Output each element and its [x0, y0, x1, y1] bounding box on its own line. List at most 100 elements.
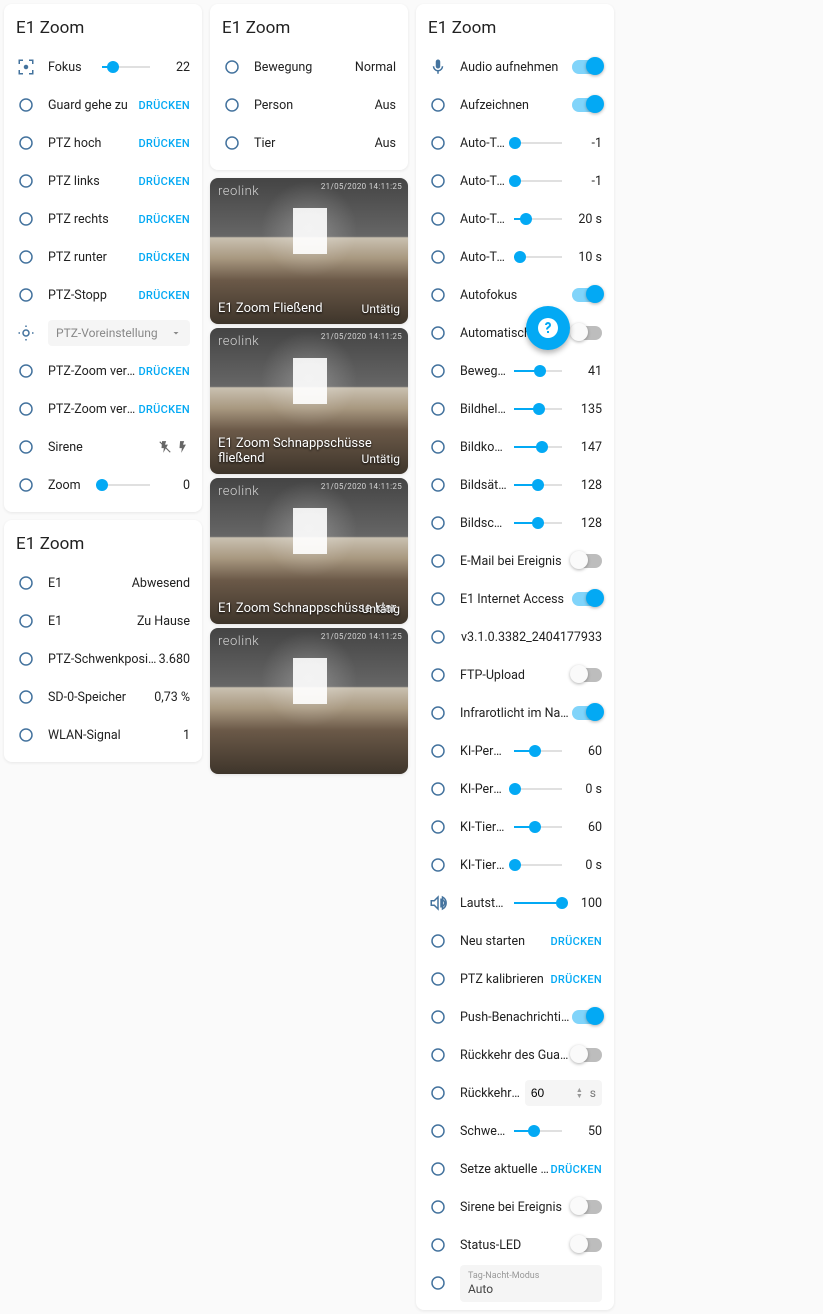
switch[interactable] [572, 60, 602, 74]
row-zoom[interactable]: Zoom0 [16, 466, 190, 504]
slider[interactable] [514, 864, 562, 866]
row-automatisches-tracking[interactable]: Automatisches Tracking [428, 314, 602, 352]
camera-feed-1[interactable]: reolink21/05/2020 14:11:25E1 Zoom Schnap… [210, 328, 408, 474]
slider[interactable] [514, 788, 562, 790]
slider[interactable] [102, 484, 150, 486]
camera-feed-2[interactable]: reolink21/05/2020 14:11:25E1 Zoom Schnap… [210, 478, 408, 624]
ptz-preset-select[interactable]: PTZ-Voreinstellung [48, 320, 190, 346]
track-r-icon [428, 171, 448, 191]
press-button[interactable]: DRÜCKEN [138, 213, 190, 226]
slider[interactable] [514, 1130, 562, 1132]
slider[interactable] [514, 826, 562, 828]
press-button[interactable]: DRÜCKEN [550, 935, 602, 948]
slider[interactable] [102, 66, 150, 68]
slider[interactable] [514, 370, 562, 372]
camera-feed-3[interactable]: reolink21/05/2020 14:11:25 [210, 628, 408, 774]
row-auto-track-limit-links[interactable]: Auto-Track-Limit links-1 [428, 124, 602, 162]
camera-icon [16, 611, 36, 631]
row-ptz-zoom-verkleinern[interactable]: PTZ-Zoom verkleinernDRÜCKEN [16, 390, 190, 428]
slider[interactable] [514, 408, 562, 410]
switch[interactable] [572, 668, 602, 682]
row-ftp-upload[interactable]: FTP-Upload [428, 656, 602, 694]
slider[interactable] [514, 902, 562, 904]
switch[interactable] [572, 1010, 602, 1024]
row-bilds-ttigung[interactable]: Bildsättigung128 [428, 466, 602, 504]
switch[interactable] [572, 554, 602, 568]
row-schwelle-f-r-tag-nacht-u-[interactable]: Schwelle für Tag-Nacht-U…50 [428, 1112, 602, 1150]
row-ptz-kalibrieren[interactable]: PTZ kalibrierenDRÜCKEN [428, 960, 602, 998]
press-button[interactable]: DRÜCKEN [138, 365, 190, 378]
slider[interactable] [514, 256, 562, 258]
row-neu-starten[interactable]: Neu startenDRÜCKEN [428, 922, 602, 960]
switch[interactable] [572, 1048, 602, 1062]
assist-fab[interactable] [526, 306, 570, 350]
row-aufzeichnen[interactable]: Aufzeichnen [428, 86, 602, 124]
slider[interactable] [514, 180, 562, 182]
row-auto-track-limit-rechts[interactable]: Auto-Track-Limit rechts-1 [428, 162, 602, 200]
row-e1: E1Abwesend [16, 564, 190, 602]
slider[interactable] [514, 522, 562, 524]
row-ki-tierverz-gerung[interactable]: KI-Tierverzögerung0 s [428, 846, 602, 884]
row-ptz-links[interactable]: PTZ linksDRÜCKEN [16, 162, 190, 200]
row-status-led[interactable]: Status-LED [428, 1226, 602, 1264]
press-button[interactable]: DRÜCKEN [138, 137, 190, 150]
row-e1-internet-access[interactable]: E1 Internet Access [428, 580, 602, 618]
flash-controls[interactable] [158, 440, 190, 454]
press-button[interactable]: DRÜCKEN [138, 251, 190, 264]
row-ki-personen-verz-gerung[interactable]: KI-Personen-Verzögerung0 s [428, 770, 602, 808]
press-button[interactable]: DRÜCKEN [550, 1163, 602, 1176]
row-bildsch-rfe[interactable]: Bildschärfe128 [428, 504, 602, 542]
label: Auto-Track-Limit rechts [460, 174, 508, 189]
stepper[interactable]: ▲▼ [573, 1087, 586, 1099]
slider[interactable] [514, 142, 562, 144]
number-field[interactable] [527, 1080, 573, 1106]
switch[interactable] [572, 98, 602, 112]
switch[interactable] [572, 288, 602, 302]
row-bildhelligkeit[interactable]: Bildhelligkeit135 [428, 390, 602, 428]
row-push-benachrichtigungen[interactable]: Push-Benachrichtigungen [428, 998, 602, 1036]
row-ki-personen-empfindlich-[interactable]: KI-Personen-Empfindlich…60 [428, 732, 602, 770]
row-r-ckkehrzeit-des-gua-[interactable]: Rückkehrzeit des Gua…▲▼s [428, 1074, 602, 1112]
press-button[interactable]: DRÜCKEN [550, 973, 602, 986]
row-ptz-stopp[interactable]: PTZ-StoppDRÜCKEN [16, 276, 190, 314]
number-input[interactable]: ▲▼s [525, 1080, 602, 1106]
switch[interactable] [572, 326, 602, 340]
row-r-ckkehr-des-guards[interactable]: Rückkehr des Guards [428, 1036, 602, 1074]
row-audio-aufnehmen[interactable]: Audio aufnehmen [428, 48, 602, 86]
row-sirene[interactable]: Sirene [16, 428, 190, 466]
switch[interactable] [572, 1238, 602, 1252]
switch[interactable] [572, 592, 602, 606]
slider[interactable] [514, 484, 562, 486]
row-bewegungsempfindlichkeit[interactable]: Bewegungsempfindlichkeit41 [428, 352, 602, 390]
row-ptz-rechts[interactable]: PTZ rechtsDRÜCKEN [16, 200, 190, 238]
switch[interactable] [572, 1200, 602, 1214]
row-bildkontrast[interactable]: Bildkontrast147 [428, 428, 602, 466]
row-sirene-bei-ereignis[interactable]: Sirene bei Ereignis [428, 1188, 602, 1226]
press-button[interactable]: DRÜCKEN [138, 99, 190, 112]
row-tag-nacht-modus[interactable]: Tag-Nacht-ModusAuto [428, 1264, 602, 1302]
row-infrarotlicht-im-nachtmodus[interactable]: Infrarotlicht im Nachtmodus [428, 694, 602, 732]
row-lautst-rke[interactable]: Lautstärke100 [428, 884, 602, 922]
slider[interactable] [514, 750, 562, 752]
row-ptz-zoom-vergr-ern[interactable]: PTZ-Zoom vergrößernDRÜCKEN [16, 352, 190, 390]
camera-timestamp: 21/05/2020 14:11:25 [321, 482, 402, 491]
row-auto-track-stoppzeit[interactable]: Auto-Track-Stoppzeit20 s [428, 200, 602, 238]
press-button[interactable]: DRÜCKEN [138, 175, 190, 188]
camera-feed-0[interactable]: reolink21/05/2020 14:11:25E1 Zoom Fließe… [210, 178, 408, 324]
row-fokus[interactable]: Fokus22 [16, 48, 190, 86]
row-ptz-voreinstellung[interactable]: PTZ-Voreinstellung [16, 314, 190, 352]
row-setze-aktuelle-position-des-guards[interactable]: Setze aktuelle Position des GuardsDRÜCKE… [428, 1150, 602, 1188]
row-ptz-runter[interactable]: PTZ runterDRÜCKEN [16, 238, 190, 276]
row-guard-gehe-zu[interactable]: Guard gehe zuDRÜCKEN [16, 86, 190, 124]
press-button[interactable]: DRÜCKEN [138, 289, 190, 302]
switch[interactable] [572, 706, 602, 720]
row-ptz-hoch[interactable]: PTZ hochDRÜCKEN [16, 124, 190, 162]
slider[interactable] [514, 446, 562, 448]
row-e-mail-bei-ereignis[interactable]: E-Mail bei Ereignis [428, 542, 602, 580]
press-button[interactable]: DRÜCKEN [138, 403, 190, 416]
row-ki-tierempfindlichkeit[interactable]: KI-Tierempfindlichkeit60 [428, 808, 602, 846]
row-auto-track-verschwinden-[interactable]: Auto-Track-Verschwinden…10 s [428, 238, 602, 276]
row-autofokus[interactable]: Autofokus [428, 276, 602, 314]
mode-select[interactable]: Tag-Nacht-ModusAuto [460, 1265, 602, 1302]
slider[interactable] [514, 218, 562, 220]
